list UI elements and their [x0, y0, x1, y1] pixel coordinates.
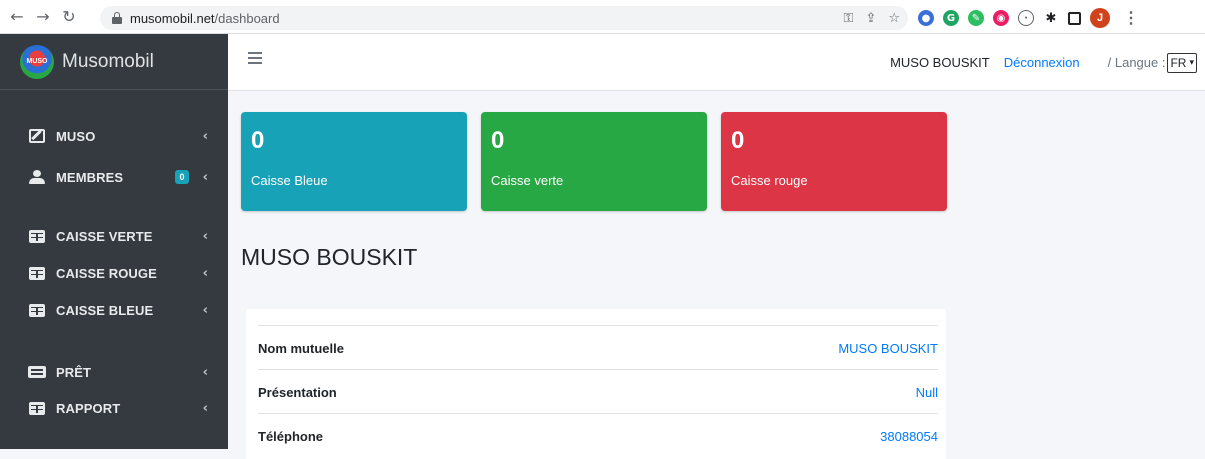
top-navbar: MUSO BOUSKIT Déconnexion / Langue : FR ▾: [228, 34, 1205, 91]
edit-icon: [28, 129, 46, 143]
chevron-left-icon: ‹: [202, 400, 208, 416]
language-value: FR: [1170, 55, 1187, 70]
row-label: Présentation: [258, 385, 337, 400]
address-bar[interactable]: musomobil.net/dashboard ⚿ ⇪ ☆: [100, 6, 908, 30]
url-host: musomobil.net: [130, 10, 215, 26]
menu-kebab-icon[interactable]: ⋮: [1123, 8, 1139, 28]
sidebar-item-label: CAISSE ROUGE: [56, 265, 157, 281]
table-icon: [28, 266, 46, 280]
sidebar: MUSO Musomobil MUSO ‹ MEMBRES 0 ‹ CAISSE…: [0, 34, 228, 449]
sidebar-item-label: PRÊT: [56, 364, 92, 380]
puzzle-icon[interactable]: ✱: [1043, 10, 1059, 26]
browser-toolbar: ← → ↻ musomobil.net/dashboard ⚿ ⇪ ☆ ● G …: [0, 0, 1205, 34]
chevron-left-icon: ‹: [202, 364, 208, 380]
sidebar-item-label: CAISSE BLEUE: [56, 302, 154, 318]
stat-box-caisse-verte[interactable]: 0 Caisse verte: [481, 112, 707, 211]
row-label: Nom mutuelle: [258, 341, 344, 356]
sidebar-item-rapport[interactable]: RAPPORT ‹: [0, 391, 228, 425]
sidebar-item-caisse-verte[interactable]: CAISSE VERTE ‹: [0, 219, 228, 253]
url-path: /dashboard: [214, 10, 280, 26]
table-row: Téléphone 38088054: [258, 413, 938, 457]
table-icon: [28, 401, 46, 415]
chevron-left-icon: ‹: [202, 302, 208, 318]
sidebar-item-membres[interactable]: MEMBRES 0 ‹: [0, 160, 228, 194]
sidebar-item-label: RAPPORT: [56, 400, 121, 416]
brand-link[interactable]: MUSO Musomobil: [0, 34, 228, 90]
current-user: MUSO BOUSKIT: [890, 55, 990, 70]
grammarly-icon[interactable]: G: [943, 10, 959, 26]
extension-icon[interactable]: ·: [1018, 10, 1034, 26]
chevron-left-icon: ‹: [202, 265, 208, 281]
chevron-left-icon: ‹: [202, 228, 208, 244]
stat-value: 0: [731, 127, 745, 154]
users-icon: [28, 170, 46, 184]
stat-label: Caisse rouge: [731, 173, 808, 188]
hamburger-menu-icon[interactable]: [248, 52, 262, 64]
sidebar-item-caisse-bleue[interactable]: CAISSE BLEUE ‹: [0, 293, 228, 327]
key-icon[interactable]: ⚿: [844, 11, 854, 26]
sidebar-item-label: CAISSE VERTE: [56, 228, 153, 244]
count-badge: 0: [175, 170, 189, 184]
chevron-down-icon: ▾: [1189, 57, 1194, 68]
table-icon: [28, 229, 46, 243]
row-value: 38088054: [880, 429, 938, 444]
table-row: Présentation Null: [258, 369, 938, 413]
extension-icon[interactable]: ●: [918, 10, 934, 26]
row-label: Téléphone: [258, 429, 324, 444]
info-card: Nom mutuelle MUSO BOUSKIT Présentation N…: [246, 309, 946, 459]
page-title: MUSO BOUSKIT: [241, 244, 418, 270]
sidebar-item-label: MUSO: [56, 128, 96, 144]
sidepanel-icon[interactable]: [1068, 11, 1081, 25]
extension-icon[interactable]: ◉: [993, 10, 1009, 26]
table-icon: [28, 303, 46, 317]
sidebar-item-caisse-rouge[interactable]: CAISSE ROUGE ‹: [0, 256, 228, 290]
sidebar-item-label: MEMBRES: [56, 169, 124, 185]
stat-label: Caisse verte: [491, 173, 564, 188]
stat-value: 0: [491, 127, 505, 154]
share-icon[interactable]: ⇪: [865, 11, 876, 26]
stat-box-caisse-rouge[interactable]: 0 Caisse rouge: [721, 112, 947, 211]
row-value: MUSO BOUSKIT: [838, 341, 938, 356]
language-label: / Langue :: [1107, 55, 1166, 70]
star-icon[interactable]: ☆: [888, 11, 900, 26]
stat-box-caisse-bleue[interactable]: 0 Caisse Bleue: [241, 112, 467, 211]
stat-value: 0: [251, 127, 265, 154]
table-row: Nom mutuelle MUSO BOUSKIT: [258, 325, 938, 369]
chevron-left-icon: ‹: [202, 169, 208, 185]
row-value: Null: [915, 385, 938, 400]
sidebar-item-muso[interactable]: MUSO ‹: [0, 119, 228, 153]
logout-link[interactable]: Déconnexion: [1004, 55, 1080, 70]
evernote-icon[interactable]: ✎: [968, 10, 984, 26]
stat-label: Caisse Bleue: [251, 173, 328, 188]
reload-icon[interactable]: ↻: [56, 4, 82, 30]
brand-logo: MUSO: [20, 44, 54, 79]
money-icon: [28, 365, 46, 379]
profile-avatar[interactable]: J: [1090, 8, 1110, 28]
back-icon[interactable]: ←: [4, 4, 30, 30]
forward-icon[interactable]: →: [30, 4, 56, 30]
sidebar-item-pret[interactable]: PRÊT ‹: [0, 355, 228, 389]
brand-name: Musomobil: [62, 50, 154, 72]
lock-icon: [112, 12, 122, 24]
language-select[interactable]: FR ▾: [1167, 52, 1197, 73]
chevron-left-icon: ‹: [202, 128, 208, 144]
